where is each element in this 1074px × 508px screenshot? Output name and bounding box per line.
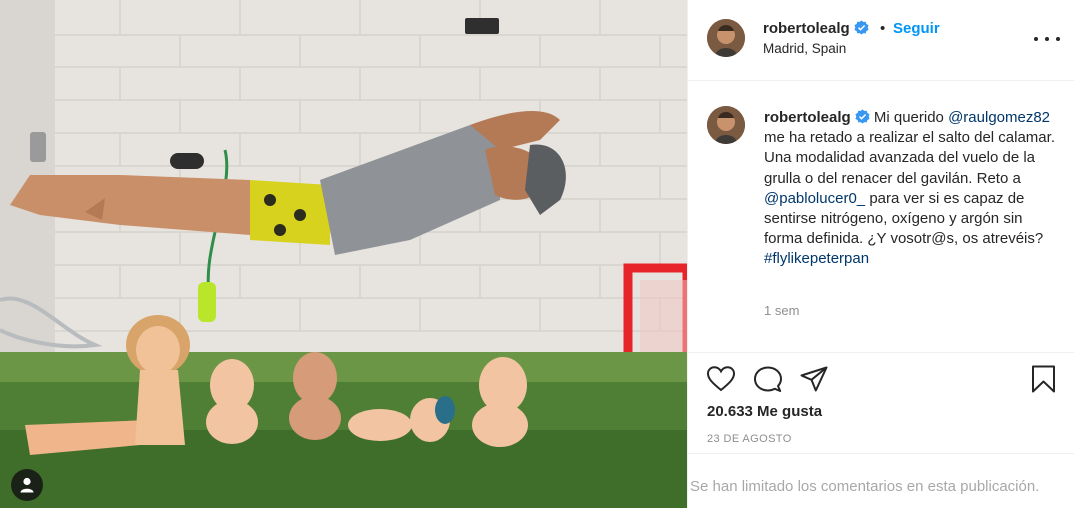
post-image [0,0,687,508]
likes-count[interactable]: 20.633 Me gusta [707,403,822,420]
comments-limited-text: Se han limitado los comentarios en esta … [690,478,1040,495]
username-link[interactable]: robertolealg [763,20,869,37]
paper-plane-icon[interactable] [800,366,828,392]
caption-timestamp[interactable]: 1 sem [764,303,799,318]
comments-limited-notice: Se han limitado los comentarios en esta … [688,453,1074,508]
location-link[interactable]: Madrid, Spain [763,41,846,56]
verified-badge-icon [854,20,869,35]
hashtag-link[interactable]: #flylikepeterpan [764,250,869,267]
bookmark-icon[interactable] [1031,365,1056,393]
post-side-panel: robertolealg • Seguir Madrid, Spain robe… [687,0,1074,508]
user-tags-button[interactable] [11,469,43,501]
more-options-icon[interactable] [1034,30,1060,48]
post-date[interactable]: 23 DE AGOSTO [707,433,792,445]
caption-text-1: Mi querido [873,109,944,126]
heart-icon[interactable] [707,366,735,392]
verified-badge-icon [855,109,870,124]
user-tag-icon [20,477,34,493]
mention-link[interactable]: @pablolucer0_ [764,190,865,207]
separator-dot: • [880,20,886,37]
caption-text: robertolealg Mi querido @raulgomez82 me … [764,108,1060,270]
mention-link[interactable]: @raulgomez82 [948,109,1050,126]
caption-avatar[interactable] [707,106,745,144]
avatar[interactable] [707,19,745,57]
post-photo[interactable] [0,0,687,508]
caption-section: robertolealg Mi querido @raulgomez82 me … [688,81,1074,353]
post-actions: 20.633 Me gusta 23 DE AGOSTO [688,353,1074,453]
comment-icon[interactable] [754,366,782,393]
post-header: robertolealg • Seguir Madrid, Spain [688,0,1074,81]
caption-text-2: me ha retado a realizar el salto del cal… [764,129,1055,187]
caption-username[interactable]: robertolealg [764,109,851,126]
username-text[interactable]: robertolealg [763,20,850,37]
follow-button[interactable]: Seguir [893,20,940,37]
